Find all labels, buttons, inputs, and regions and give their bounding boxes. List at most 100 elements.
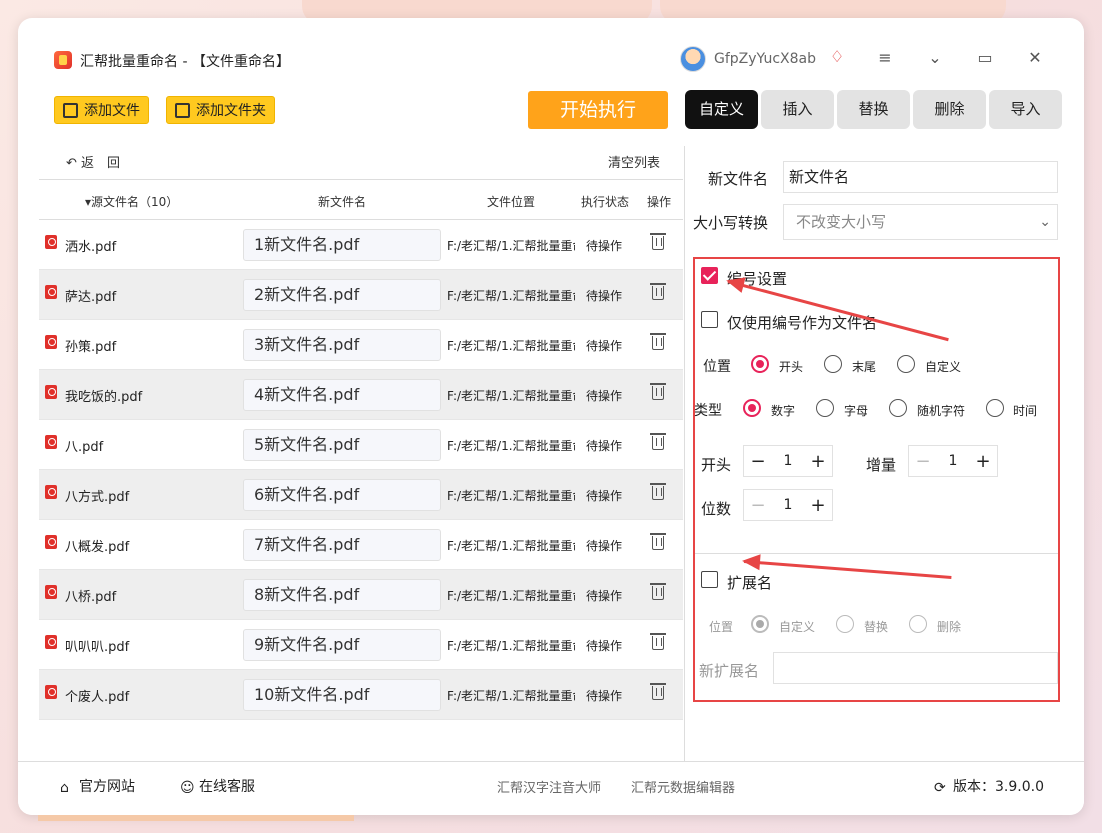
case-label: 大小写转换	[693, 214, 769, 232]
position-radio-end[interactable]	[824, 355, 842, 373]
type-radio-letter[interactable]	[816, 399, 834, 417]
start-decrement-button[interactable]: −	[744, 451, 772, 472]
refresh-icon: ⟳	[934, 780, 946, 796]
ext-checkbox[interactable]	[701, 571, 718, 588]
ext-option-custom: 自定义	[779, 620, 816, 634]
trash-icon[interactable]	[650, 633, 666, 650]
minimize-icon[interactable]: ⌄	[924, 48, 946, 68]
trash-icon[interactable]	[650, 333, 666, 350]
footer-link-metadata[interactable]: 汇帮元数据编辑器	[631, 777, 735, 796]
trash-icon[interactable]	[650, 233, 666, 250]
digits-increment-button[interactable]: +	[804, 495, 832, 516]
add-file-button[interactable]: 添加文件	[54, 96, 149, 124]
table-row[interactable]: 孙策.pdf 3新文件名.pdf F:/老汇帮/1.汇帮批量重命名待操作	[39, 320, 683, 370]
version-info: ⟳ 版本：3.9.0.0	[934, 776, 1044, 796]
table-row[interactable]: 八概发.pdf 7新文件名.pdf F:/老汇帮/1.汇帮批量重命名待操作	[39, 520, 683, 570]
ext-option-replace: 替换	[864, 620, 889, 634]
file-location: F:/老汇帮/1.汇帮批量重命名	[447, 439, 575, 453]
clear-list-button[interactable]: 清空列表	[608, 152, 660, 171]
col-action-header: 操作	[647, 195, 672, 209]
vip-diamond-icon[interactable]: ♢	[828, 48, 846, 66]
support-link[interactable]: ☺ 在线客服	[180, 776, 255, 796]
case-select-value: 不改变大小写	[796, 213, 887, 231]
new-filename-field[interactable]: 10新文件名.pdf	[243, 679, 441, 711]
start-stepper[interactable]: − 1 +	[743, 445, 833, 477]
new-filename-field[interactable]: 6新文件名.pdf	[243, 479, 441, 511]
table-row[interactable]: 八桥.pdf 8新文件名.pdf F:/老汇帮/1.汇帮批量重命名待操作	[39, 570, 683, 620]
table-row[interactable]: 八方式.pdf 6新文件名.pdf F:/老汇帮/1.汇帮批量重命名待操作	[39, 470, 683, 520]
new-ext-input[interactable]	[773, 652, 1058, 684]
trash-icon[interactable]	[650, 533, 666, 550]
new-filename-field[interactable]: 3新文件名.pdf	[243, 329, 441, 361]
user-avatar[interactable]	[680, 46, 706, 72]
digits-stepper[interactable]: − 1 +	[743, 489, 833, 521]
table-row[interactable]: 我吃饭的.pdf 4新文件名.pdf F:/老汇帮/1.汇帮批量重命名待操作	[39, 370, 683, 420]
trash-icon[interactable]	[650, 683, 666, 700]
back-button[interactable]: ↶ 返 回	[66, 152, 120, 171]
type-radio-random[interactable]	[889, 399, 907, 417]
table-row[interactable]: 叭叭叭.pdf 9新文件名.pdf F:/老汇帮/1.汇帮批量重命名待操作	[39, 620, 683, 670]
type-radio-time[interactable]	[986, 399, 1004, 417]
start-increment-button[interactable]: +	[804, 451, 832, 472]
trash-icon[interactable]	[650, 483, 666, 500]
pdf-file-icon	[45, 635, 57, 649]
trash-icon[interactable]	[650, 433, 666, 450]
ext-radio-custom[interactable]	[751, 615, 769, 633]
add-folder-button[interactable]: 添加文件夹	[166, 96, 275, 124]
menu-icon[interactable]: ≡	[874, 48, 896, 68]
tab-replace[interactable]: 替换	[837, 90, 910, 129]
tab-import[interactable]: 导入	[989, 90, 1062, 129]
start-button[interactable]: 开始执行	[528, 91, 668, 129]
trash-icon[interactable]	[650, 583, 666, 600]
close-icon[interactable]: ✕	[1024, 48, 1046, 68]
new-name-input[interactable]: 新文件名	[783, 161, 1058, 193]
tab-insert[interactable]: 插入	[761, 90, 834, 129]
col-source-header[interactable]: ▾源文件名（10）	[85, 193, 178, 210]
type-option-random: 随机字符	[917, 404, 966, 418]
position-radio-start[interactable]	[751, 355, 769, 373]
source-filename: 个废人.pdf	[65, 690, 130, 705]
new-filename-field[interactable]: 9新文件名.pdf	[243, 629, 441, 661]
digits-decrement-button[interactable]: −	[744, 495, 772, 516]
pdf-file-icon	[45, 335, 57, 349]
new-filename-field[interactable]: 4新文件名.pdf	[243, 379, 441, 411]
only-number-checkbox[interactable]	[701, 311, 718, 328]
table-row[interactable]: 个废人.pdf 10新文件名.pdf F:/老汇帮/1.汇帮批量重命名待操作	[39, 670, 683, 720]
tab-custom[interactable]: 自定义	[685, 90, 758, 129]
status-text: 待操作	[586, 639, 623, 653]
table-row[interactable]: 洒水.pdf 1新文件名.pdf F:/老汇帮/1.汇帮批量重命名待操作	[39, 220, 683, 270]
status-text: 待操作	[586, 689, 623, 703]
case-select[interactable]: 不改变大小写 ⌄	[783, 204, 1058, 240]
new-filename-field[interactable]: 1新文件名.pdf	[243, 229, 441, 261]
home-icon: ⌂	[60, 780, 69, 796]
increment-decrement-button[interactable]: −	[909, 451, 937, 472]
start-label: 开头	[701, 456, 732, 474]
maximize-icon[interactable]: ▭	[974, 48, 996, 68]
tab-delete[interactable]: 删除	[913, 90, 986, 129]
user-name[interactable]: GfpZyYucX8ab	[714, 51, 816, 67]
table-row[interactable]: 萨达.pdf 2新文件名.pdf F:/老汇帮/1.汇帮批量重命名待操作	[39, 270, 683, 320]
digits-value: 1	[783, 497, 793, 513]
source-filename: 八方式.pdf	[65, 490, 130, 505]
type-radio-number[interactable]	[743, 399, 761, 417]
new-filename-field[interactable]: 7新文件名.pdf	[243, 529, 441, 561]
source-filename: 八.pdf	[65, 440, 104, 455]
footer-link-pinyin[interactable]: 汇帮汉字注音大师	[497, 777, 601, 796]
website-link[interactable]: ⌂ 官方网站	[60, 776, 135, 796]
pdf-file-icon	[45, 585, 57, 599]
increment-stepper[interactable]: − 1 +	[908, 445, 998, 477]
ext-radio-replace[interactable]	[836, 615, 854, 633]
position-radio-custom[interactable]	[897, 355, 915, 373]
new-filename-field[interactable]: 5新文件名.pdf	[243, 429, 441, 461]
ext-label: 扩展名	[727, 574, 773, 592]
source-filename: 八桥.pdf	[65, 590, 117, 605]
new-filename-field[interactable]: 8新文件名.pdf	[243, 579, 441, 611]
type-option-time: 时间	[1013, 404, 1038, 418]
trash-icon[interactable]	[650, 383, 666, 400]
new-filename-field[interactable]: 2新文件名.pdf	[243, 279, 441, 311]
table-row[interactable]: 八.pdf 5新文件名.pdf F:/老汇帮/1.汇帮批量重命名待操作	[39, 420, 683, 470]
trash-icon[interactable]	[650, 283, 666, 300]
numbering-checkbox[interactable]	[701, 267, 718, 284]
ext-radio-delete[interactable]	[909, 615, 927, 633]
increment-increment-button[interactable]: +	[969, 451, 997, 472]
